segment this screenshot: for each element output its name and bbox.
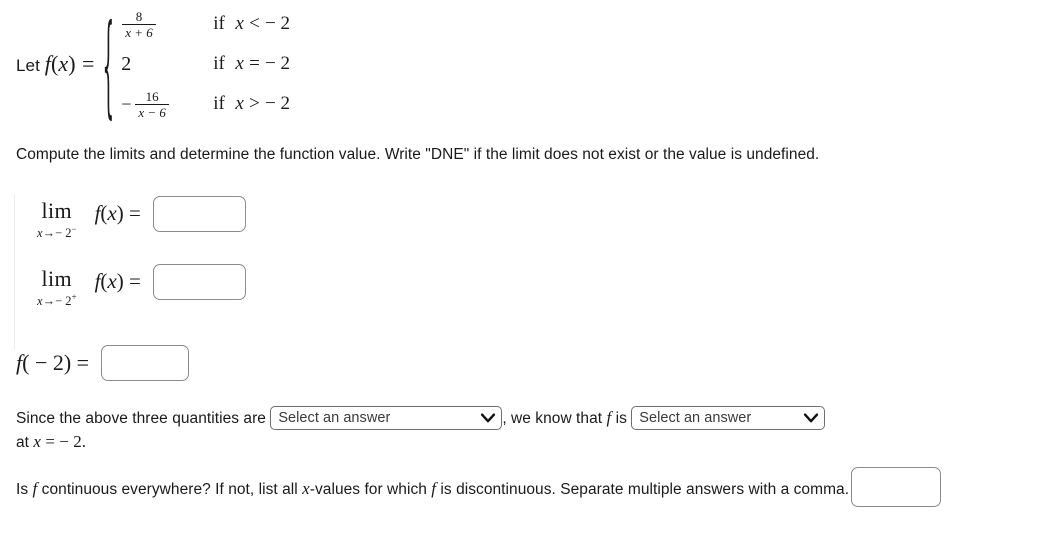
- fraction-denominator: x + 6: [125, 24, 153, 40]
- case-condition: if x > − 2: [213, 93, 290, 115]
- function-letter-f: f: [32, 479, 38, 499]
- piecewise-definition: Let f(x) = { 8 x + 6 if x < − 2 2 if x =…: [16, 4, 290, 124]
- fraction: 8 x + 6: [122, 10, 156, 39]
- if-keyword: if: [213, 93, 225, 114]
- condition-relation: >: [249, 93, 260, 114]
- function-value-label: f( − 2) =: [16, 350, 90, 375]
- condition-variable: x: [235, 93, 244, 114]
- lim-word: lim: [41, 198, 73, 223]
- let-word: Let: [16, 56, 45, 75]
- since-text-part2: , we know that: [502, 410, 603, 428]
- right-limit-row: lim x→− 2+ f(x) =: [37, 263, 246, 308]
- limit-operator: lim x→− 2+: [37, 268, 77, 308]
- continuity-question-paragraph: Is f continuous everywhere? If not, list…: [16, 467, 956, 510]
- limit-subscript: x→− 2+: [37, 293, 77, 308]
- condition-value: − 2: [265, 53, 291, 74]
- question-text-part2: continuous everywhere? If not, list all: [41, 481, 298, 499]
- chevron-down-icon: [804, 413, 819, 423]
- question-text-part3: -values for which: [309, 481, 427, 499]
- function-letter-f: f: [431, 479, 437, 499]
- select-quantities-value: Select an answer: [278, 409, 391, 426]
- piecewise-case-row: 8 x + 6 if x < − 2: [121, 4, 290, 44]
- function-letter-f: f: [606, 408, 612, 428]
- piecewise-case-row: 2 if x = − 2: [121, 44, 290, 84]
- negative-sign: −: [121, 93, 132, 114]
- piecewise-cases: 8 x + 6 if x < − 2 2 if x = − 2 − 16 x −…: [121, 4, 290, 124]
- fraction-denominator: x − 6: [138, 104, 166, 120]
- discontinuity-values-input[interactable]: [851, 467, 942, 507]
- case-expression: − 16 x − 6: [121, 90, 213, 119]
- fraction: 16 x − 6: [135, 90, 169, 119]
- since-text-part5: at x = − 2.: [16, 432, 87, 451]
- chevron-down-icon: [481, 413, 496, 423]
- case-expression: 8 x + 6: [121, 10, 213, 39]
- continuity-conclusion-paragraph: Since the above three quantities are Sel…: [16, 406, 976, 453]
- left-limit-row: lim x→− 2− f(x) =: [37, 195, 246, 240]
- condition-value: − 2: [265, 13, 291, 34]
- lim-word: lim: [41, 266, 73, 291]
- left-curly-brace: {: [103, 0, 115, 131]
- limit-expression: f(x) =: [94, 269, 141, 294]
- limit-operator: lim x→− 2−: [37, 200, 77, 240]
- select-continuity-value: Select an answer: [639, 409, 752, 426]
- case-constant-value: 2: [121, 52, 132, 75]
- condition-relation: <: [249, 13, 260, 34]
- if-keyword: if: [213, 53, 225, 74]
- question-text-part1: Is: [16, 481, 29, 499]
- condition-relation: =: [249, 53, 260, 74]
- right-limit-answer-input[interactable]: [152, 263, 246, 300]
- case-expression: 2: [121, 53, 213, 76]
- function-definition-label: Let f(x) =: [16, 51, 95, 76]
- variable-x: x: [302, 479, 310, 499]
- limit-side-marker: −: [71, 224, 77, 234]
- if-keyword: if: [213, 13, 225, 34]
- function-value-row: f( − 2) =: [16, 345, 190, 381]
- since-text-part1: Since the above three quantities are: [16, 410, 266, 428]
- function-value-answer-input[interactable]: [101, 345, 190, 381]
- equals-sign: =: [81, 51, 95, 76]
- select-quantities-relation[interactable]: Select an answer: [270, 406, 503, 430]
- variable-x: x: [33, 432, 41, 451]
- condition-variable: x: [235, 13, 244, 34]
- left-limit-answer-input[interactable]: [152, 195, 246, 232]
- limit-arrow-icon: →: [42, 294, 56, 309]
- instructions-text: Compute the limits and determine the fun…: [16, 146, 820, 163]
- limit-side-marker: +: [71, 292, 77, 302]
- limits-section: lim x→− 2− f(x) = lim x→− 2+ f(x) =: [14, 194, 334, 350]
- limit-arrow-icon: →: [42, 226, 56, 241]
- limit-target-value: − 2: [55, 294, 72, 309]
- limit-target-value: − 2: [55, 226, 72, 241]
- fraction-numerator: 8: [135, 8, 143, 24]
- piecewise-case-row: − 16 x − 6 if x > − 2: [121, 84, 290, 124]
- limit-subscript: x→− 2−: [37, 225, 77, 240]
- limit-expression: f(x) =: [94, 201, 141, 226]
- question-text-part5: with a comma.: [748, 481, 850, 499]
- fraction-numerator: 16: [145, 88, 159, 104]
- condition-variable: x: [235, 53, 244, 74]
- condition-value: − 2: [265, 93, 291, 114]
- function-variable: x: [58, 51, 69, 76]
- since-text-part4: is: [615, 410, 627, 428]
- question-text-part4: is discontinuous. Separate multiple answ…: [440, 481, 745, 499]
- case-condition: if x < − 2: [213, 13, 290, 35]
- select-continuity-relation[interactable]: Select an answer: [631, 406, 826, 430]
- case-condition: if x = − 2: [213, 53, 290, 75]
